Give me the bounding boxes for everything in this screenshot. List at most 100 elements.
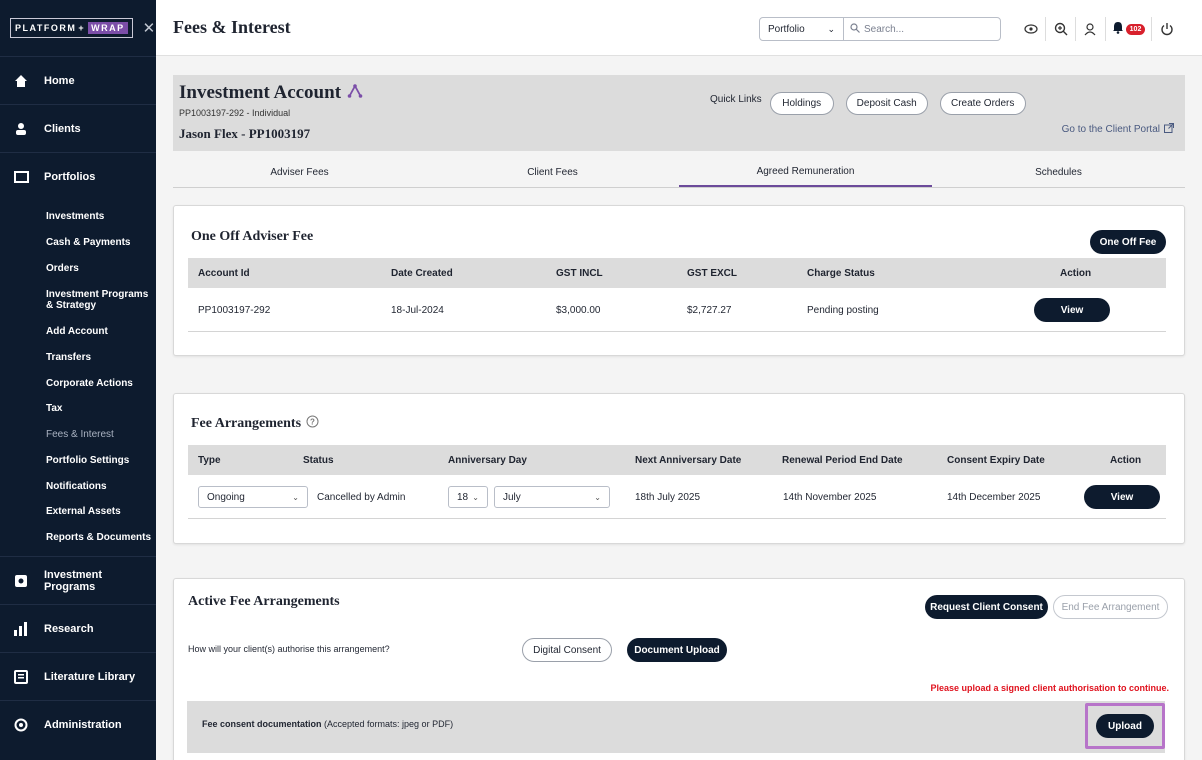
col-account-id: Account Id — [198, 267, 250, 279]
sidebar-item-portfolios[interactable]: Portfolios — [0, 152, 156, 200]
anniversary-day-select[interactable]: 18 ⌄ — [448, 486, 488, 508]
quick-links-label: Quick Links — [710, 94, 762, 105]
document-upload-button[interactable]: Document Upload — [627, 638, 727, 662]
search-scope-value: Portfolio — [768, 23, 805, 35]
upload-button[interactable]: Upload — [1096, 714, 1154, 738]
type-select[interactable]: Ongoing ⌄ — [198, 486, 308, 508]
account-header: Investment Account PP1003197-292 - Indiv… — [173, 75, 1185, 151]
eye-icon[interactable] — [1016, 17, 1046, 41]
help-icon[interactable]: ? — [306, 415, 319, 433]
view-button[interactable]: View — [1034, 298, 1110, 322]
create-orders-button[interactable]: Create Orders — [939, 92, 1026, 115]
cell-account-id: PP1003197-292 — [198, 304, 271, 316]
client-portal-link[interactable]: Go to the Client Portal — [1062, 123, 1174, 136]
col-consent-expiry: Consent Expiry Date — [947, 454, 1045, 466]
col-date-created: Date Created — [391, 267, 453, 279]
subnav-investments[interactable]: Investments — [0, 204, 156, 230]
one-off-fee-button[interactable]: One Off Fee — [1090, 230, 1166, 254]
tab-agreed-remuneration[interactable]: Agreed Remuneration — [679, 158, 932, 187]
sidebar-item-literature-library[interactable]: Literature Library — [0, 652, 156, 700]
fee-consent-documentation-row: Fee consent documentation (Accepted form… — [187, 701, 1165, 753]
sidebar-item-home[interactable]: Home — [0, 56, 156, 104]
type-select-value: Ongoing — [207, 491, 245, 503]
fee-arrangements-card: Fee Arrangements ? Type Status Anniversa… — [173, 393, 1185, 544]
book-icon — [12, 668, 30, 686]
sidebar-item-label: Research — [44, 622, 94, 635]
portfolios-subnav: Investments Cash & Payments Orders Inves… — [0, 200, 156, 556]
upload-label-bold: Fee consent documentation — [202, 719, 322, 729]
subnav-external-assets[interactable]: External Assets — [0, 499, 156, 525]
share-nodes-icon[interactable] — [347, 82, 363, 104]
tab-adviser-fees[interactable]: Adviser Fees — [173, 158, 426, 187]
tab-schedules[interactable]: Schedules — [932, 158, 1185, 187]
notifications[interactable]: 102 — [1106, 17, 1152, 41]
subnav-tax[interactable]: Tax — [0, 396, 156, 422]
col-gst-incl: GST INCL — [556, 267, 603, 279]
subnav-portfolio-settings[interactable]: Portfolio Settings — [0, 448, 156, 474]
tab-client-fees[interactable]: Client Fees — [426, 158, 679, 187]
digital-consent-button[interactable]: Digital Consent — [522, 638, 612, 662]
sidebar-item-investment-programs[interactable]: Investment Programs — [0, 556, 156, 604]
bell-icon — [1112, 21, 1124, 37]
top-header: Fees & Interest Portfolio ⌄ Search... 10… — [156, 0, 1202, 56]
col-renewal-end: Renewal Period End Date — [782, 454, 903, 466]
power-icon[interactable] — [1152, 17, 1182, 41]
subnav-investment-programs-strategy[interactable]: Investment Programs & Strategy — [0, 281, 156, 319]
request-client-consent-button[interactable]: Request Client Consent — [925, 595, 1048, 619]
authorise-question: How will your client(s) authorise this a… — [188, 644, 390, 654]
fee-arrangements-title: Fee Arrangements ? — [191, 415, 319, 433]
cell-status: Cancelled by Admin — [317, 491, 406, 503]
subnav-corporate-actions[interactable]: Corporate Actions — [0, 370, 156, 396]
cell-renewal-end: 14th November 2025 — [783, 491, 877, 503]
sidebar-item-label: Portfolios — [44, 170, 96, 183]
subnav-transfers[interactable]: Transfers — [0, 345, 156, 371]
active-fee-title: Active Fee Arrangements — [188, 594, 340, 609]
month-select-value: July — [503, 491, 521, 503]
one-off-table-header: Account Id Date Created GST INCL GST EXC… — [188, 258, 1166, 288]
subnav-orders[interactable]: Orders — [0, 255, 156, 281]
quick-links: Quick Links Holdings Deposit Cash Create… — [710, 92, 1038, 115]
holdings-button[interactable]: Holdings — [769, 92, 834, 115]
cell-charge-status: Pending posting — [807, 304, 879, 316]
end-fee-arrangement-button[interactable]: End Fee Arrangement — [1053, 595, 1168, 619]
subnav-notifications[interactable]: Notifications — [0, 473, 156, 499]
upload-label-formats: (Accepted formats: jpeg or PDF) — [321, 719, 454, 729]
sidebar-item-administration[interactable]: Administration — [0, 700, 156, 748]
brand-plus: + — [78, 23, 86, 33]
sidebar-item-research[interactable]: Research — [0, 604, 156, 652]
cell-next-anniversary: 18th July 2025 — [635, 491, 701, 503]
deposit-cash-button[interactable]: Deposit Cash — [845, 92, 928, 115]
fee-tabs: Adviser Fees Client Fees Agreed Remunera… — [173, 158, 1185, 188]
cell-gst-excl: $2,727.27 — [687, 304, 732, 316]
subnav-cash-payments[interactable]: Cash & Payments — [0, 230, 156, 256]
gear-box-icon — [12, 572, 30, 590]
sidebar-item-label: Home — [44, 74, 75, 87]
admin-icon — [12, 716, 30, 734]
search-input[interactable]: Search... — [844, 22, 1000, 36]
zoom-in-icon[interactable] — [1046, 17, 1076, 41]
brand-logo[interactable]: PLATFORM + WRAP — [10, 18, 133, 38]
col-action: Action — [1110, 454, 1142, 466]
subnav-add-account[interactable]: Add Account — [0, 319, 156, 345]
chevron-down-icon: ⌄ — [594, 492, 601, 502]
col-gst-excl: GST EXCL — [687, 267, 738, 279]
brand-wrap: WRAP — [88, 22, 128, 34]
chevron-down-icon: ⌄ — [472, 492, 479, 502]
notification-badge: 102 — [1125, 23, 1146, 35]
view-button[interactable]: View — [1084, 485, 1160, 509]
close-icon[interactable]: ✕ — [143, 19, 156, 37]
subnav-fees-interest[interactable]: Fees & Interest — [0, 422, 156, 448]
subnav-reports-documents[interactable]: Reports & Documents — [0, 525, 156, 551]
col-type: Type — [198, 454, 221, 466]
day-select-value: 18 — [457, 491, 469, 503]
user-search-icon[interactable] — [1076, 17, 1106, 41]
sidebar-item-clients[interactable]: Clients — [0, 104, 156, 152]
table-row: Ongoing ⌄ Cancelled by Admin 18 ⌄ July ⌄… — [188, 475, 1166, 519]
search-scope-select[interactable]: Portfolio ⌄ — [760, 18, 844, 40]
home-icon — [12, 72, 30, 90]
sidebar-item-label: Literature Library — [44, 670, 136, 683]
sidebar-item-label: Investment Programs — [43, 568, 103, 593]
client-name: Jason Flex - PP1003197 — [179, 126, 311, 141]
anniversary-month-select[interactable]: July ⌄ — [494, 486, 610, 508]
cell-date-created: 18-Jul-2024 — [391, 304, 444, 316]
